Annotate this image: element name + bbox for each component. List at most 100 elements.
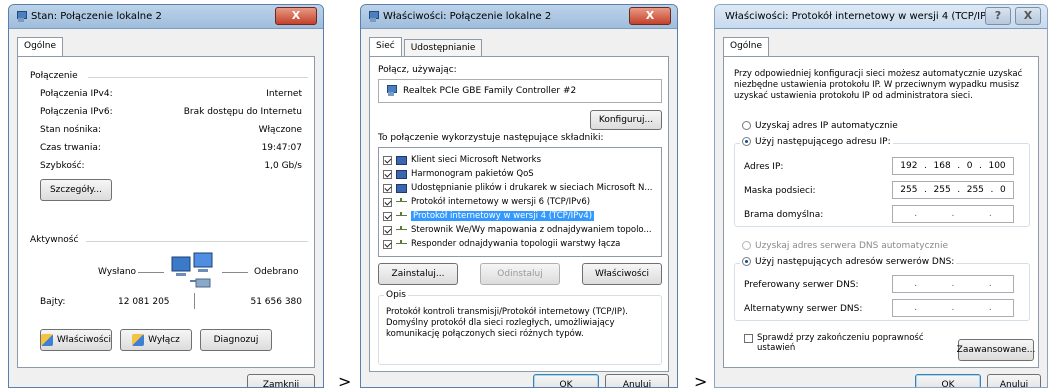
list-item[interactable]: Harmonogram pakietów QoS [383,168,534,180]
close-button[interactable]: Zamknij [247,374,315,387]
auto-ip-label: Uzyskaj adres IP automatycznie [755,121,898,131]
properties-button[interactable]: Właściwości [40,329,112,351]
shield-icon [41,334,53,346]
components-list[interactable]: Klient sieci Microsoft Networks Harmonog… [378,147,662,257]
received-label: Odebrano [254,267,299,277]
checkbox[interactable] [383,225,392,235]
checkbox[interactable] [383,239,392,249]
tab-general[interactable]: Ogólne [17,37,64,56]
bytes-label: Bajty: [40,297,66,307]
list-item[interactable]: Responder odnajdywania topologii warstwy… [383,238,620,250]
disable-button-label: Wyłącz [148,335,180,345]
disable-button[interactable]: Wyłącz [120,329,192,351]
validate-option[interactable]: Sprawdź przy zakończeniu poprawność usta… [744,333,934,353]
dot-separator: . [988,209,992,219]
title-bar: Stan: Połączenie lokalne 2 X [9,5,323,29]
speed-label: Szybkość: [40,161,85,171]
uninstall-button[interactable]: Odinstaluj [480,263,560,285]
advanced-button[interactable]: Zaawansowane... [957,339,1035,361]
component-label: Klient sieci Microsoft Networks [411,155,542,165]
ip-octet: 192 [900,161,918,171]
activity-group-label: Aktywność [30,235,79,245]
ip-octet: 168 [933,161,951,171]
cancel-button[interactable]: Anuluj [987,374,1041,387]
close-icon[interactable]: X [629,7,671,25]
auto-dns-option[interactable]: Uzyskaj adres serwera DNS automatycznie [742,241,948,251]
preferred-dns-input[interactable]: ... [892,275,1014,293]
arrow-separator: > [694,372,708,391]
configure-button[interactable]: Konfiguruj... [590,110,662,130]
properties-button-label: Właściwości [56,335,111,345]
list-item[interactable]: Udostępnianie plików i drukarek w siecia… [383,182,652,194]
auto-ip-option[interactable]: Uzyskaj adres IP automatycznie [742,121,898,131]
checkbox[interactable] [744,334,753,343]
dot-separator: . [914,279,918,289]
divider [88,77,308,78]
properties-button[interactable]: Właściwości [582,263,662,285]
close-icon[interactable]: X [275,7,317,25]
ip-address-input[interactable]: 192. 168. 0. 100 [892,157,1014,175]
window-title: Właściwości: Protokół internetowy w wers… [725,11,1003,22]
radio[interactable] [742,121,751,130]
ok-button[interactable]: OK [915,374,981,387]
list-item[interactable]: Protokół internetowy w wersji 6 (TCP/IPv… [383,196,590,208]
checkbox[interactable] [383,197,392,207]
window-body: Sieć Udostępnianie Połącz, używając: Rea… [361,29,677,387]
list-item[interactable]: Klient sieci Microsoft Networks [383,154,541,166]
dot-separator: . [979,161,982,171]
separator-bar [194,293,195,309]
validate-label: Sprawdź przy zakończeniu poprawność usta… [757,333,924,353]
connection-group-label: Połączenie [30,71,78,81]
duration-value: 19:47:07 [261,143,302,153]
component-label: Protokół internetowy w wersji 6 (TCP/IPv… [411,197,591,207]
checkbox[interactable] [383,211,392,221]
install-button[interactable]: Zainstaluj... [378,263,458,285]
tab-network[interactable]: Sieć [369,37,402,56]
ipv6-value: Brak dostępu do Internetu [183,107,302,117]
checkbox[interactable] [383,169,392,179]
help-icon[interactable]: ? [985,7,1011,25]
component-label: Responder odnajdywania topologii warstwy… [411,239,621,249]
default-gateway-input[interactable]: ... [892,205,1014,223]
radio[interactable] [742,257,751,266]
components-label: To połączenie wykorzystuje następujące s… [378,133,604,143]
radio[interactable] [742,137,751,146]
component-label: Sterownik We/Wy mapowania z odnajdywanie… [411,225,652,235]
checkbox[interactable] [383,155,392,165]
radio[interactable] [742,241,751,250]
ok-button[interactable]: OK [533,374,599,387]
dot-separator: . [924,161,927,171]
cancel-button[interactable]: Anuluj [605,374,669,387]
subnet-mask-input[interactable]: 255. 255. 255. 0 [892,181,1014,199]
divider [138,272,164,273]
tab-general[interactable]: Ogólne [723,37,770,56]
alternate-dns-input[interactable]: ... [892,299,1014,317]
adapter-box: Realtek PCIe GBE Family Controller #2 [378,79,662,103]
preferred-dns-label: Preferowany serwer DNS: [744,280,859,290]
dot-separator: . [988,279,992,289]
ipv4-label: Połączenia IPv4: [40,89,113,99]
diagnose-button[interactable]: Diagnozuj [200,329,272,351]
close-icon[interactable]: X [1015,7,1041,25]
list-item[interactable]: Sterownik We/Wy mapowania z odnajdywanie… [383,224,652,236]
use-ip-option[interactable]: Użyj następującego adresu IP: [740,137,893,147]
details-button[interactable]: Szczegóły... [40,179,112,201]
use-dns-option[interactable]: Użyj następujących adresów serwerów DNS: [740,257,957,267]
title-bar: Właściwości: Protokół internetowy w wers… [715,5,1047,29]
ipv6-label: Połączenia IPv6: [40,107,113,117]
dot-separator: . [914,303,918,313]
connection-properties-window: Właściwości: Połączenie lokalne 2 X Sieć… [360,4,678,388]
list-item-selected[interactable]: Protokół internetowy w wersji 4 (TCP/IPv… [383,210,595,222]
tab-sharing[interactable]: Udostępnianie [403,39,483,56]
dot-separator: . [988,303,992,313]
tab-panel: Połączenie Połączenia IPv4: Internet Poł… [17,56,315,368]
ip-address-label: Adres IP: [744,162,784,172]
mask-octet: 255 [966,185,984,195]
description-text: Protokół kontroli transmisji/Protokół in… [386,307,628,339]
dot-separator: . [951,209,955,219]
default-gateway-label: Brama domyślna: [744,210,824,220]
bytes-received-value: 51 656 380 [250,297,302,307]
checkbox[interactable] [383,183,392,193]
arrow-separator: > [338,372,352,391]
intro-text: Przy odpowiedniej konfiguracji sieci moż… [734,69,1023,101]
